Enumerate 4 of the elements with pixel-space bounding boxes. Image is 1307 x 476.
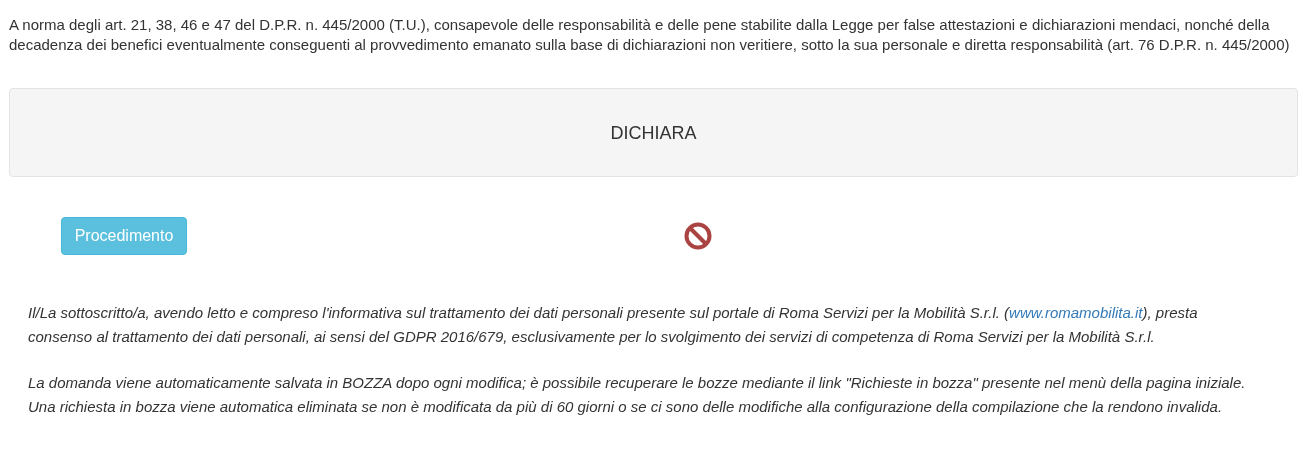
declaration-text: A norma degli art. 21, 38, 46 e 47 del D.P.R. n. 445/2000 (T.U.), consapevole delle responsabilità e delle pene stabilite dalla Legge per false attestazioni e dichiarazioni mendaci, nonché della decadenza dei benefici eventualmente conseguenti al provvedimento emanato sulla base di dichiarazioni non veritiere, sotto la sua personale e diretta responsabilità (art. 76 D.P.R. n. 445/2000): [9, 15, 1291, 55]
panel-title: DICHIARA: [610, 121, 697, 145]
draft-notice: La domanda viene automaticamente salvata in BOZZA dopo ogni modifica; è possibile recuperare le bozze mediante il link "Richieste in bozza" presente nel menù della pagina iniziale. Una richiesta in bozza viene automatica eliminata se non è modificata da più di 60 giorni o se ci sono delle modifiche alla configurazione della compilazione che la rendono invalida.: [28, 373, 1247, 417]
consent-text: Il/La sottoscritto/a, avendo letto e compreso l'informativa sul trattamento dei dati personali presente sul portale di Roma Servizi per la Mobilità S.r.l. (www.romamobilita.it), presta consenso al trattamento dei dati personali, ai sensi del GDPR 2016/679, esclusivamente per lo svolgimento dei servizi di competenza di Roma Servizi per la Mobilità S.r.l.: [28, 303, 1199, 347]
